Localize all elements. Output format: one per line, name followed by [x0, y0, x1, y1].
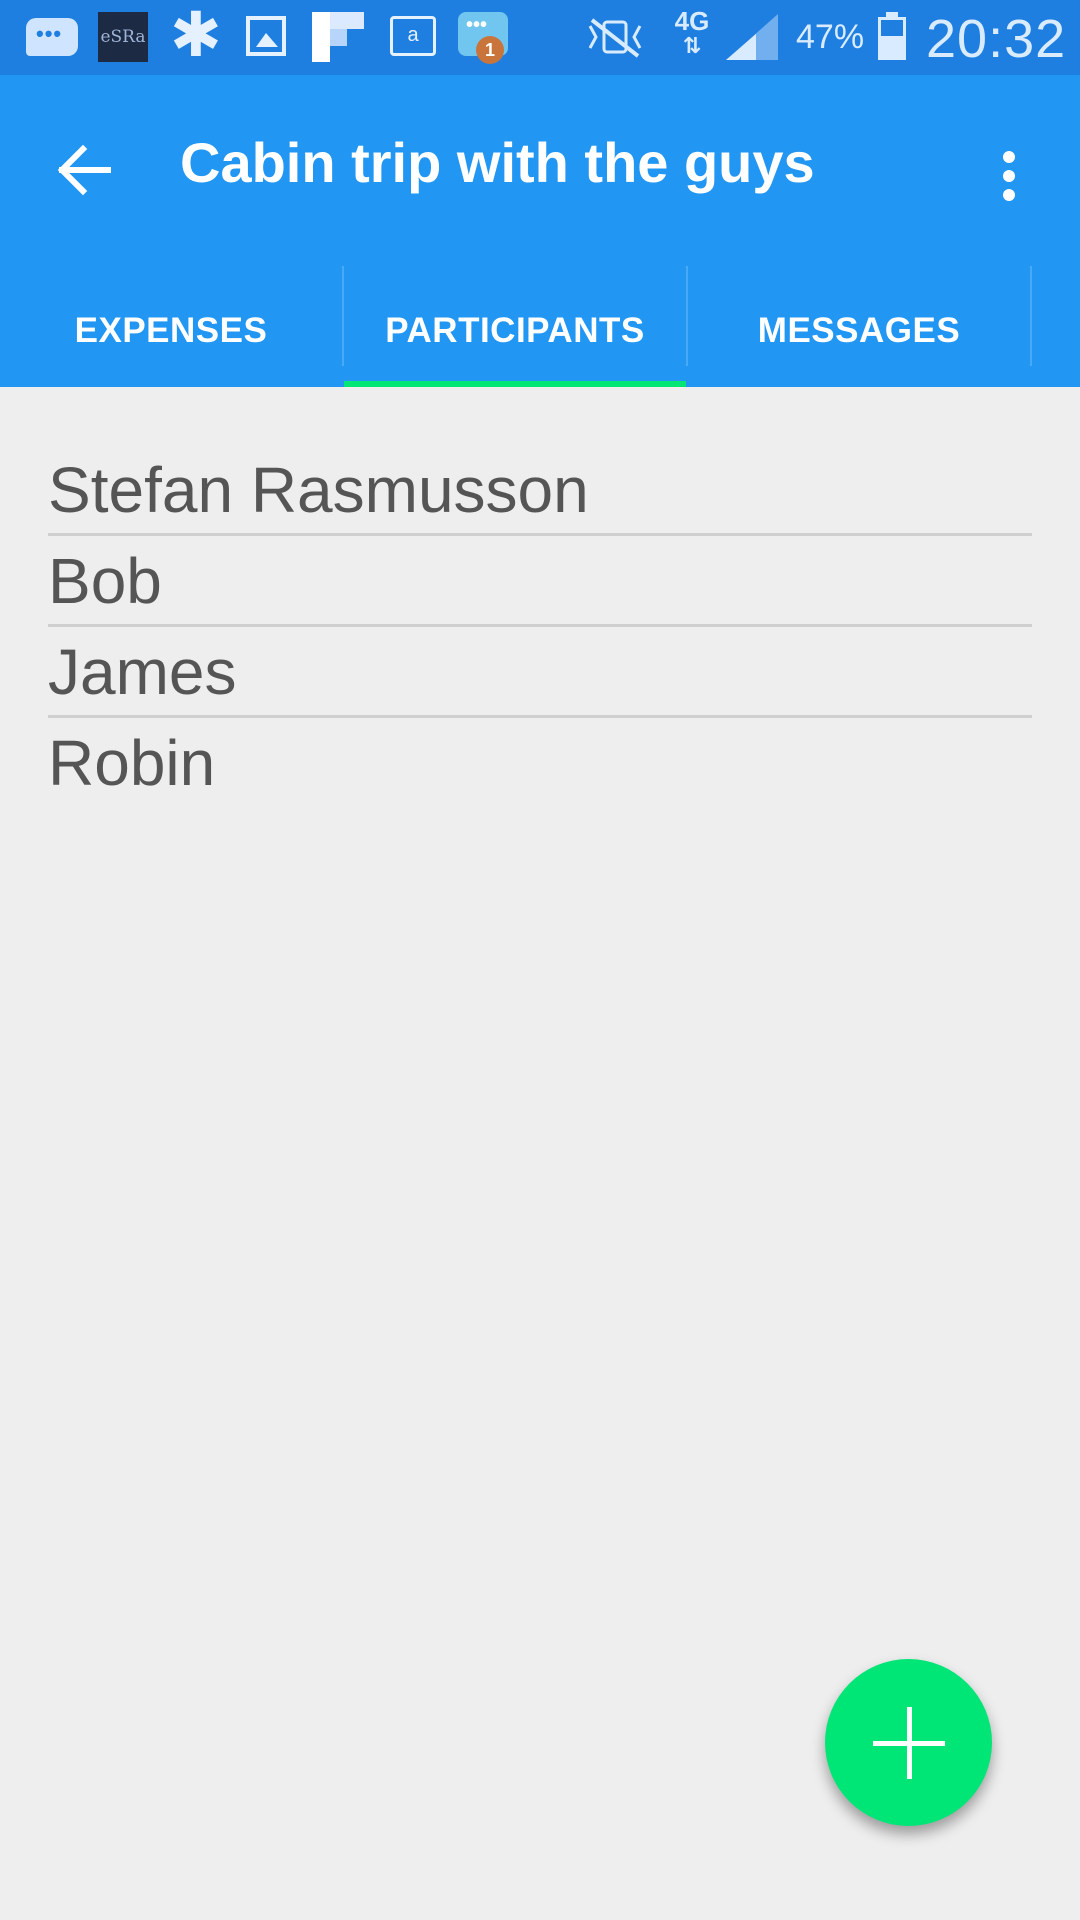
participants-list: Stefan Rasmusson Bob James Robin: [48, 445, 1032, 806]
network-label: 4G: [674, 6, 710, 36]
chat-badge: 1: [476, 36, 504, 64]
screen: eSRa ✱ a 1 4G ⇅ 47% 2: [0, 0, 1080, 1920]
back-button[interactable]: [42, 127, 128, 213]
more-options-button[interactable]: [980, 127, 1038, 213]
tab-bar: EXPENSES PARTICIPANTS MESSAGES: [0, 267, 1080, 387]
list-item[interactable]: Robin: [48, 718, 1032, 806]
mute-vibrate-icon: [580, 14, 650, 60]
flipboard-icon: [312, 12, 364, 62]
list-item[interactable]: Stefan Rasmusson: [48, 445, 1032, 536]
tab-divider: [686, 266, 688, 366]
asterisk-app-icon: ✱: [170, 1, 222, 70]
tab-messages[interactable]: MESSAGES: [688, 267, 1030, 387]
tab-divider: [342, 266, 344, 366]
tab-expenses[interactable]: EXPENSES: [0, 267, 342, 387]
page-title: Cabin trip with the guys: [180, 131, 815, 194]
battery-percent: 47%: [796, 18, 865, 56]
list-item[interactable]: Bob: [48, 536, 1032, 627]
gallery-icon: [246, 16, 286, 56]
esra-app-icon: eSRa: [98, 12, 148, 62]
message-icon: [26, 18, 78, 56]
more-vert-icon: [1003, 151, 1015, 163]
arrow-left-icon: [57, 144, 111, 196]
status-bar: eSRa ✱ a 1 4G ⇅ 47% 2: [0, 0, 1080, 75]
add-participant-button[interactable]: [825, 1659, 992, 1826]
tab-divider: [1030, 266, 1032, 366]
signal-icon: [726, 14, 778, 60]
clock: 20:32: [926, 9, 1067, 69]
app-bar: Cabin trip with the guys EXPENSES PARTIC…: [0, 75, 1080, 387]
tab-participants[interactable]: PARTICIPANTS: [344, 267, 686, 387]
tab-indicator: [344, 381, 686, 387]
kindle-icon: a: [390, 16, 436, 56]
list-item[interactable]: James: [48, 627, 1032, 718]
battery-icon: [878, 12, 906, 60]
network-4g-icon: 4G ⇅: [668, 8, 716, 64]
